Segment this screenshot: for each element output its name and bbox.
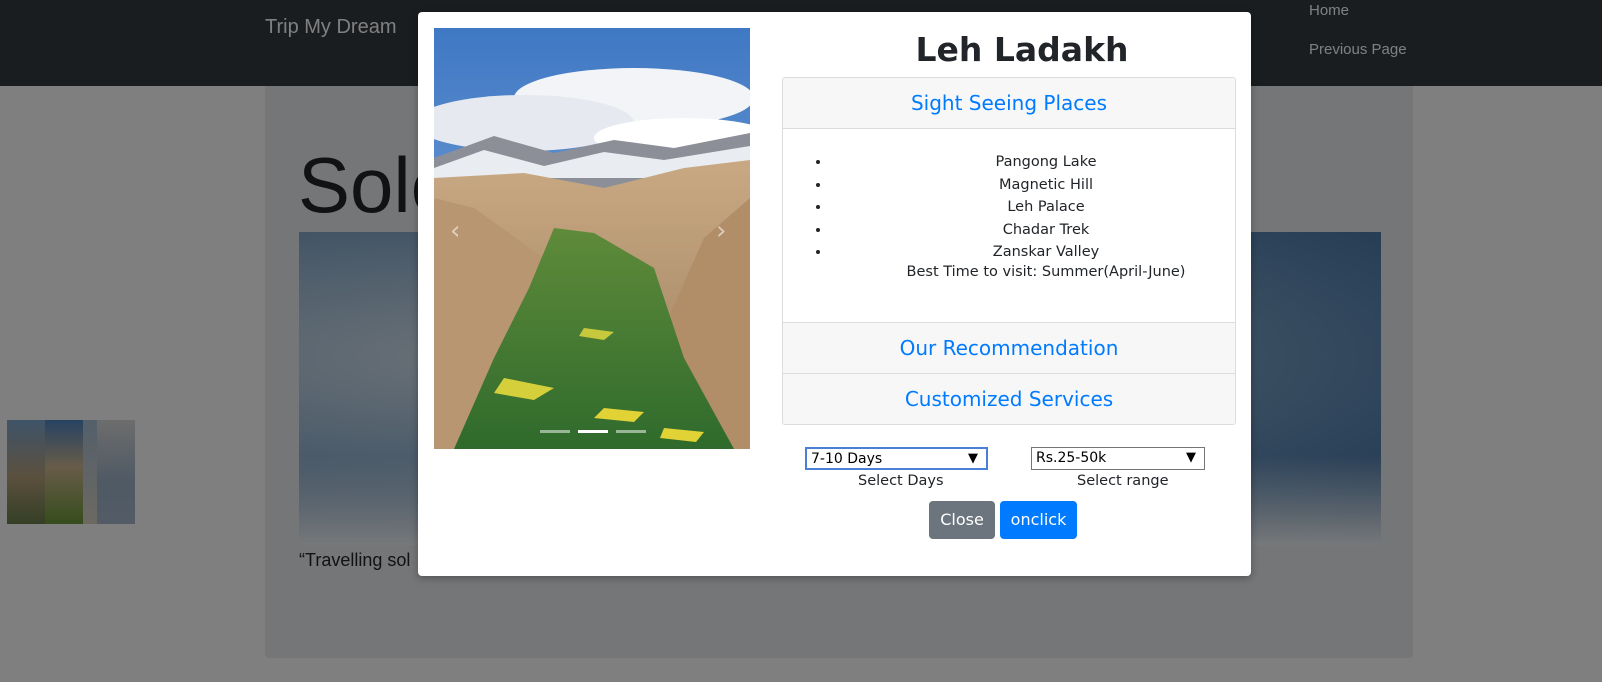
accordion-body-sight-seeing: Pangong Lake Magnetic Hill Leh Palace Ch… (783, 129, 1235, 323)
carousel-prev-icon[interactable]: ‹ (450, 216, 460, 246)
dropdown-arrow-icon: ▼ (1186, 450, 1196, 465)
list-item: Leh Palace (831, 196, 1235, 219)
carousel-indicator[interactable] (540, 430, 570, 433)
best-time-text: Best Time to visit: Summer(April-June) (906, 264, 1186, 280)
list-item: Magnetic Hill (831, 174, 1235, 197)
list-item: Chadar Trek (831, 219, 1235, 242)
list-item: Zanskar Valley (831, 241, 1235, 264)
range-select[interactable]: Rs.25-50k ▼ (1031, 447, 1205, 470)
accordion-header-recommendation[interactable]: Our Recommendation (783, 323, 1235, 374)
carousel-indicators (540, 430, 646, 433)
days-select[interactable]: 7-10 Days ▼ (805, 447, 988, 470)
image-carousel[interactable]: ‹ › (434, 28, 750, 449)
list-item: Pangong Lake (831, 151, 1235, 174)
accordion-header-sight-seeing[interactable]: Sight Seeing Places (783, 78, 1235, 129)
days-select-value: 7-10 Days (811, 451, 883, 467)
places-list: Pangong Lake Magnetic Hill Leh Palace Ch… (783, 151, 1235, 264)
modal-dialog: ‹ › Leh Ladakh Sight Seeing Places Pango… (418, 12, 1251, 576)
carousel-next-icon[interactable]: › (716, 216, 726, 246)
dropdown-arrow-icon: ▼ (968, 451, 978, 466)
carousel-image (434, 28, 750, 449)
close-button[interactable]: Close (929, 501, 995, 539)
accordion-header-customized-services[interactable]: Customized Services (783, 374, 1235, 424)
carousel-indicator-active[interactable] (578, 430, 608, 433)
days-select-label: Select Days (858, 473, 944, 489)
submit-button[interactable]: onclick (1000, 501, 1077, 539)
info-accordion: Sight Seeing Places Pangong Lake Magneti… (782, 77, 1236, 425)
carousel-indicator[interactable] (616, 430, 646, 433)
modal-title: Leh Ladakh (915, 30, 1129, 69)
range-select-label: Select range (1077, 473, 1169, 489)
range-select-value: Rs.25-50k (1036, 450, 1107, 466)
